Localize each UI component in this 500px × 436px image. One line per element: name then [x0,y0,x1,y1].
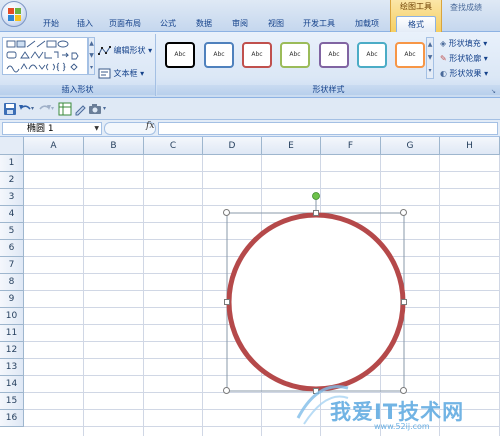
resize-handle-top-left[interactable] [223,209,230,216]
ellipse-shape[interactable] [226,212,406,392]
watermark: 我爱IT技术网 www.52ij.com [290,378,500,436]
resize-handle-left[interactable] [224,299,230,305]
resize-handle-top-right[interactable] [400,209,407,216]
rotation-handle[interactable] [312,192,320,200]
resize-handle-top[interactable] [313,210,319,216]
resize-handle-bottom-left[interactable] [223,387,230,394]
resize-handle-right[interactable] [401,299,407,305]
watermark-url: www.52ij.com [374,422,430,431]
shape-canvas [226,192,406,392]
